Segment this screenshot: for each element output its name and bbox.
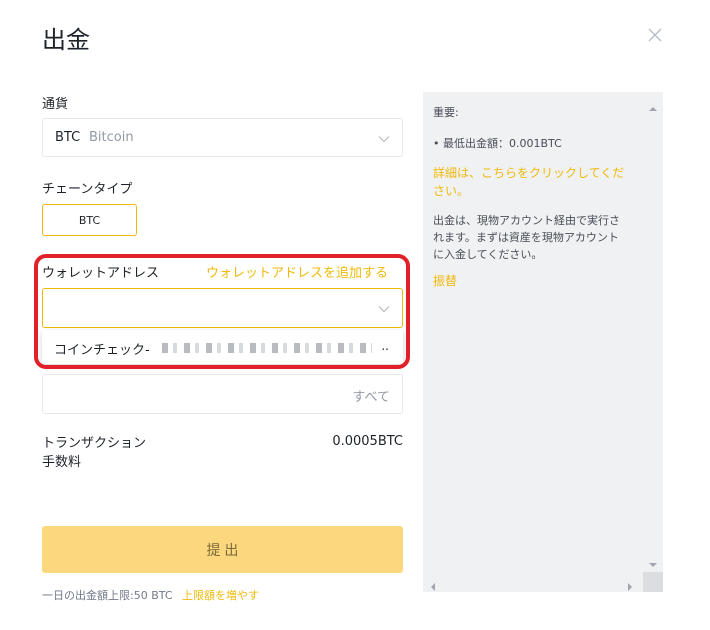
scroll-down-icon[interactable] xyxy=(648,554,658,573)
daily-limit: 一日の出金額上限:50 BTC 上限額を増やす xyxy=(42,587,259,603)
wallet-option-label: コインチェック- xyxy=(54,343,150,358)
scrollbar-corner xyxy=(643,572,663,592)
info-panel: 重要: • 最低出金額：0.001BTC 詳細は、こちらをクリックしてください。… xyxy=(423,92,663,592)
currency-label: 通貨 xyxy=(42,97,69,112)
chevron-down-icon xyxy=(378,128,390,147)
increase-limit-link[interactable]: 上限額を増やす xyxy=(182,589,259,602)
wallet-address-select[interactable] xyxy=(42,288,403,328)
redacted-address xyxy=(162,343,372,353)
chain-type-label: チェーンタイプ xyxy=(42,182,133,197)
details-link[interactable]: 詳細は、こちらをクリックしてください。 xyxy=(433,164,629,200)
info-note: 出金は、現物アカウント経由で実行されます。まずは資産を現物アカウントに入金してく… xyxy=(433,214,620,261)
currency-code: BTC xyxy=(55,130,81,145)
fee-value: 0.0005BTC xyxy=(332,434,403,449)
dialog-title: 出金 xyxy=(42,26,90,54)
currency-name: Bitcoin xyxy=(89,130,134,145)
transfer-link[interactable]: 振替 xyxy=(433,273,629,290)
min-amount-text: • 最低出金額：0.001BTC xyxy=(433,137,562,150)
chevron-down-icon xyxy=(378,299,390,318)
amount-input[interactable]: すべて xyxy=(42,374,403,414)
all-amount-button[interactable]: すべて xyxy=(352,386,390,405)
wallet-address-label: ウォレットアドレス xyxy=(42,266,160,281)
chain-btc-button[interactable]: BTC xyxy=(42,204,137,236)
fee-label: トランザクション 手数料 xyxy=(42,434,146,472)
close-icon[interactable] xyxy=(644,24,666,46)
fee-label-line1: トランザクション xyxy=(42,436,147,451)
vertical-scrollbar[interactable] xyxy=(643,92,663,570)
scroll-right-icon[interactable] xyxy=(626,577,634,596)
wallet-option-ellipsis: .. xyxy=(381,339,389,353)
wallet-address-dropdown: コインチェック- .. xyxy=(42,330,403,364)
fee-label-line2: 手数料 xyxy=(42,455,82,470)
info-heading: 重要: xyxy=(433,106,459,119)
daily-limit-text: 一日の出金額上限:50 BTC xyxy=(42,589,173,602)
horizontal-scrollbar[interactable] xyxy=(423,572,643,592)
wallet-address-option[interactable]: コインチェック- xyxy=(54,339,150,358)
currency-select[interactable]: BTC Bitcoin xyxy=(42,118,403,157)
submit-button[interactable]: 提 出 xyxy=(42,526,403,573)
add-wallet-address-link[interactable]: ウォレットアドレスを追加する xyxy=(206,262,388,281)
scroll-up-icon[interactable] xyxy=(648,98,658,117)
scroll-left-icon[interactable] xyxy=(429,577,437,596)
